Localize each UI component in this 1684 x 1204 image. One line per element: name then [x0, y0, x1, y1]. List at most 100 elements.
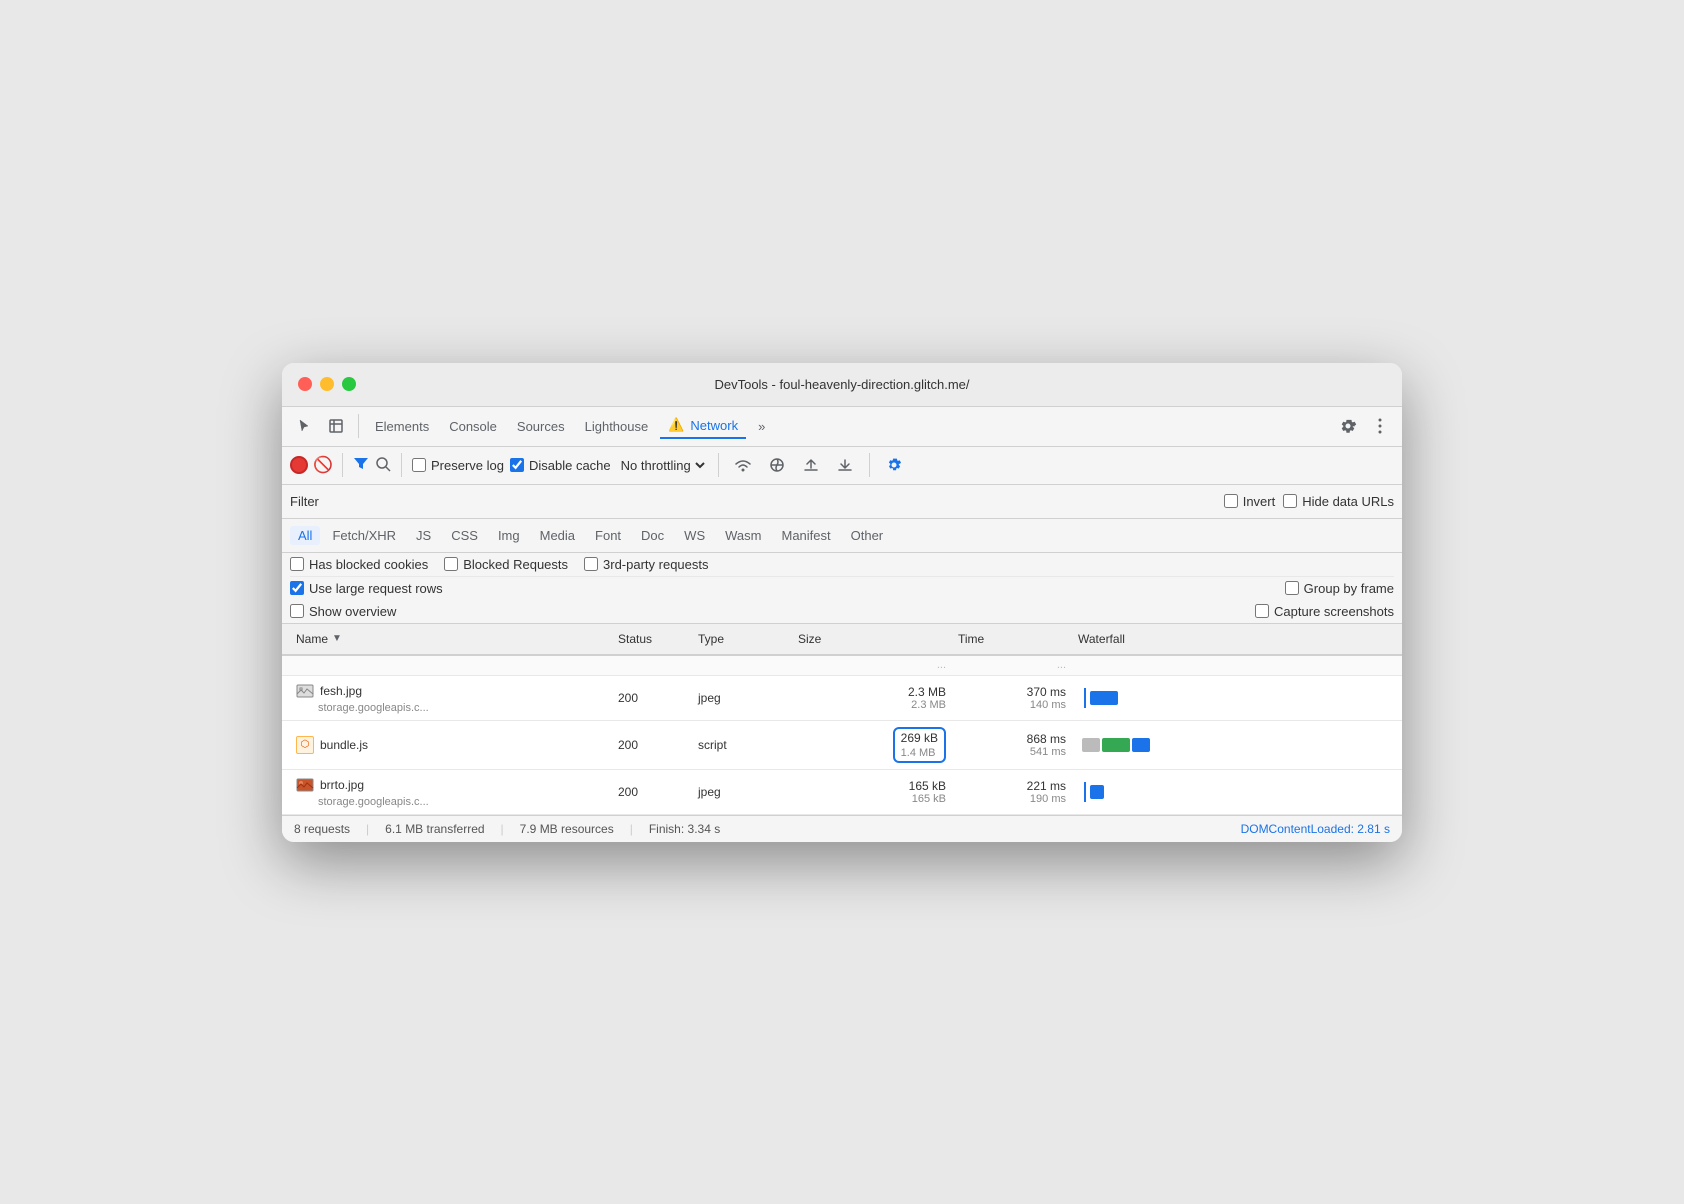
time-top-fesh: 370 ms	[1027, 685, 1066, 699]
size-top-brrto: 165 kB	[909, 779, 946, 793]
download-icon[interactable]	[831, 451, 859, 479]
upload-icon[interactable]	[797, 451, 825, 479]
table-row-brrto[interactable]: brrto.jpg storage.googleapis.c... 200 jp…	[282, 770, 1402, 815]
td-name-brrto: brrto.jpg storage.googleapis.c...	[290, 770, 612, 814]
titlebar: DevTools - foul-heavenly-direction.glitc…	[282, 363, 1402, 407]
th-time[interactable]: Time	[952, 624, 1072, 654]
blocked-requests-checkbox[interactable]: Blocked Requests	[444, 557, 568, 572]
tab-elements[interactable]: Elements	[367, 415, 437, 438]
type-filter-doc[interactable]: Doc	[633, 526, 672, 545]
hide-data-urls-input[interactable]	[1283, 494, 1297, 508]
partial-name	[290, 656, 612, 675]
show-overview-checkbox[interactable]: Show overview	[290, 604, 396, 619]
filter-icon[interactable]	[353, 455, 369, 476]
type-filter-media[interactable]: Media	[532, 526, 583, 545]
hide-data-urls-checkbox[interactable]: Hide data URLs	[1283, 494, 1394, 509]
more-options-icon[interactable]	[1366, 412, 1394, 440]
td-size-brrto: 165 kB 165 kB	[792, 770, 952, 814]
maximize-button[interactable]	[342, 377, 356, 391]
table-row[interactable]: fesh.jpg storage.googleapis.c... 200 jpe…	[282, 676, 1402, 721]
tab-sources[interactable]: Sources	[509, 415, 573, 438]
wifi-icon[interactable]	[729, 451, 757, 479]
invert-input[interactable]	[1224, 494, 1238, 508]
inspect-icon[interactable]	[322, 412, 350, 440]
partial-type	[692, 656, 792, 675]
group-by-frame-checkbox[interactable]: Group by frame	[1285, 581, 1394, 596]
tab-lighthouse[interactable]: Lighthouse	[577, 415, 657, 438]
th-name[interactable]: Name ▼	[290, 624, 612, 654]
main-toolbar: Elements Console Sources Lighthouse ⚠️ N…	[282, 407, 1402, 447]
capture-screenshots-checkbox[interactable]: Capture screenshots	[1255, 604, 1394, 619]
record-button[interactable]	[290, 456, 308, 474]
large-rows-checkbox[interactable]: Use large request rows	[290, 581, 443, 596]
group-by-frame-input[interactable]	[1285, 581, 1299, 595]
search-icon[interactable]	[375, 456, 391, 475]
cursor-icon[interactable]	[290, 412, 318, 440]
size-sub-bundle: 1.4 MB	[901, 747, 936, 759]
tab-network[interactable]: ⚠️ Network	[660, 413, 746, 439]
large-rows-input[interactable]	[290, 581, 304, 595]
clear-button[interactable]: 🚫	[314, 456, 332, 474]
close-button[interactable]	[298, 377, 312, 391]
type-filter-manifest[interactable]: Manifest	[773, 526, 838, 545]
waterfall-bar-brrto	[1082, 785, 1104, 799]
type-filter-js[interactable]: JS	[408, 526, 439, 545]
td-waterfall-fesh	[1072, 676, 1394, 720]
blocked-cookies-row: Has blocked cookies Blocked Requests 3rd…	[290, 553, 1394, 576]
waterfall-bar-fesh	[1082, 691, 1118, 705]
preserve-log-input[interactable]	[412, 458, 426, 472]
size-top-fesh: 2.3 MB	[908, 685, 946, 699]
partial-row: ... ...	[282, 656, 1402, 676]
toolbar-separator-5	[869, 453, 870, 477]
status-sep-1: |	[366, 822, 369, 836]
has-blocked-cookies-checkbox[interactable]: Has blocked cookies	[290, 557, 428, 572]
minimize-button[interactable]	[320, 377, 334, 391]
type-filter-all[interactable]: All	[290, 526, 320, 545]
capture-screenshots-input[interactable]	[1255, 604, 1269, 618]
third-party-checkbox[interactable]: 3rd-party requests	[584, 557, 709, 572]
disable-cache-input[interactable]	[510, 458, 524, 472]
type-filter-ws[interactable]: WS	[676, 526, 713, 545]
th-type[interactable]: Type	[692, 624, 792, 654]
status-sep-2: |	[501, 822, 504, 836]
th-waterfall[interactable]: Waterfall	[1072, 624, 1394, 654]
third-party-input[interactable]	[584, 557, 598, 571]
td-name-bundle: ⬡ bundle.js	[290, 721, 612, 769]
tab-more[interactable]: »	[750, 415, 773, 438]
options-bar: Has blocked cookies Blocked Requests 3rd…	[282, 553, 1402, 624]
warning-icon: ⚠️	[668, 417, 684, 433]
th-status[interactable]: Status	[612, 624, 692, 654]
dom-content-loaded: DOMContentLoaded: 2.81 s	[1241, 822, 1390, 836]
preserve-log-checkbox[interactable]: Preserve log	[412, 458, 504, 473]
wf-block	[1090, 691, 1118, 705]
type-filter-css[interactable]: CSS	[443, 526, 486, 545]
large-rows-row: Use large request rows Group by frame	[290, 576, 1394, 600]
type-filter-font[interactable]: Font	[587, 526, 629, 545]
tab-console[interactable]: Console	[441, 415, 505, 438]
partial-waterfall	[1072, 656, 1394, 675]
show-overview-input[interactable]	[290, 604, 304, 618]
finish-time: Finish: 3.34 s	[649, 822, 720, 836]
type-filter-bar: All Fetch/XHR JS CSS Img Media Font Doc …	[282, 519, 1402, 553]
network-config-icon[interactable]	[880, 451, 908, 479]
file-sub-brrto: storage.googleapis.c...	[318, 796, 429, 808]
network-settings-icon[interactable]	[763, 451, 791, 479]
invert-checkbox[interactable]: Invert	[1224, 494, 1276, 509]
td-time-fesh: 370 ms 140 ms	[952, 676, 1072, 720]
blocked-requests-input[interactable]	[444, 557, 458, 571]
td-waterfall-brrto	[1072, 770, 1394, 814]
has-blocked-cookies-input[interactable]	[290, 557, 304, 571]
toolbar-separator-1	[358, 414, 359, 438]
file-name-brrto: brrto.jpg	[296, 776, 364, 794]
time-sub-brrto: 190 ms	[1030, 793, 1066, 805]
type-filter-fetch[interactable]: Fetch/XHR	[324, 526, 404, 545]
table-row-bundle[interactable]: ⬡ bundle.js 200 script 269 kB 1.4 MB 868…	[282, 721, 1402, 770]
type-filter-img[interactable]: Img	[490, 526, 528, 545]
type-filter-other[interactable]: Other	[843, 526, 892, 545]
disable-cache-checkbox[interactable]: Disable cache	[510, 458, 611, 473]
th-size[interactable]: Size	[792, 624, 952, 654]
settings-icon[interactable]	[1334, 412, 1362, 440]
throttle-select[interactable]: No throttling Slow 3G Fast 3G	[617, 457, 708, 474]
time-top-bundle: 868 ms	[1027, 732, 1066, 746]
type-filter-wasm[interactable]: Wasm	[717, 526, 769, 545]
